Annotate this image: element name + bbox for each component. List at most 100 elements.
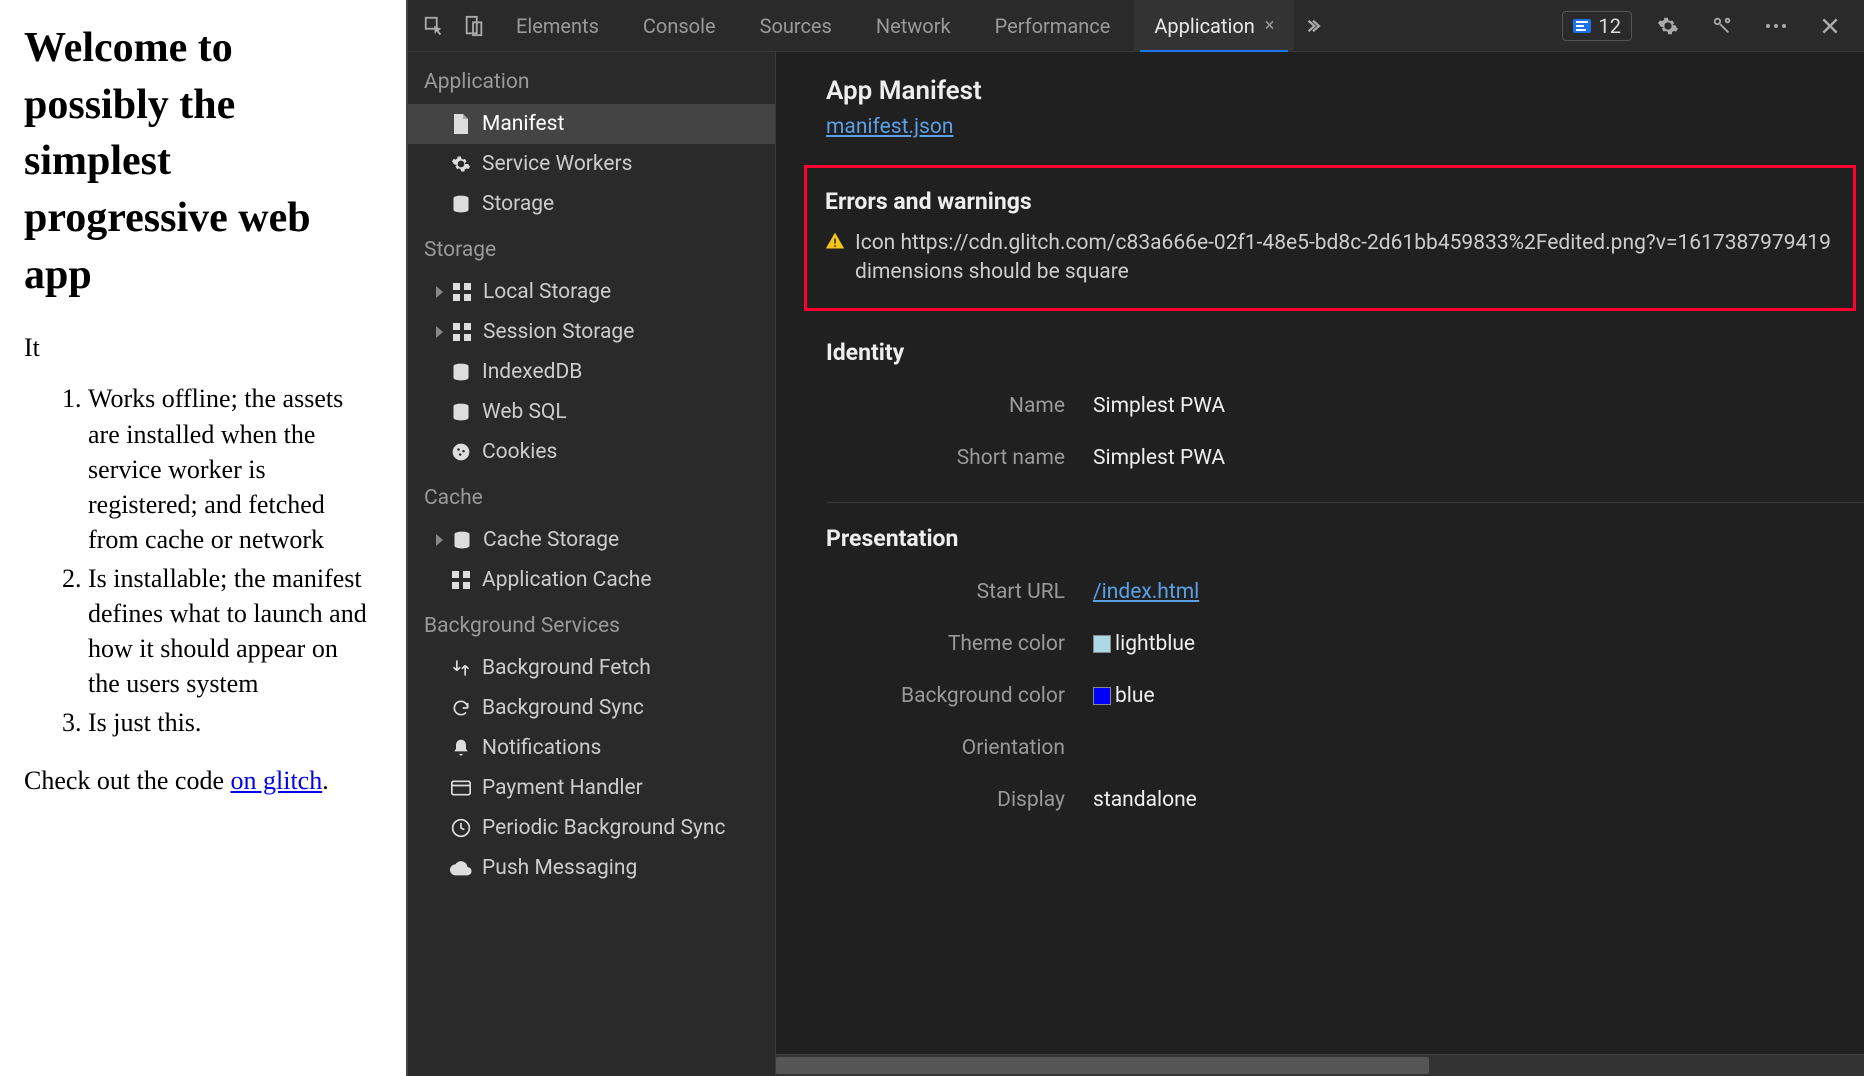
- card-icon: [450, 777, 472, 799]
- bg-color-row: Background color blue: [826, 670, 1864, 722]
- presentation-heading: Presentation: [826, 525, 1864, 552]
- page-footer: Check out the code on glitch.: [24, 766, 382, 796]
- fetch-icon: [450, 657, 472, 679]
- tab-elements[interactable]: Elements: [496, 0, 619, 52]
- device-toolbar-icon[interactable]: [456, 8, 492, 44]
- sidebar-item-storage[interactable]: Storage: [408, 184, 775, 224]
- issues-badge[interactable]: 12: [1562, 11, 1632, 41]
- gear-icon: [450, 153, 472, 175]
- issues-icon: [1573, 19, 1591, 33]
- panel-title: App Manifest: [826, 76, 1864, 106]
- footer-suffix: .: [322, 766, 329, 795]
- errors-heading: Errors and warnings: [825, 188, 1835, 215]
- sidebar-item-payment-handler[interactable]: Payment Handler: [408, 768, 775, 808]
- start-url-link[interactable]: /index.html: [1093, 580, 1199, 604]
- short-name-label: Short name: [826, 446, 1093, 470]
- sidebar-item-label: Service Workers: [482, 152, 632, 176]
- cookie-icon: [450, 441, 472, 463]
- tab-label: Application: [1154, 14, 1254, 38]
- glitch-link[interactable]: on glitch: [231, 766, 323, 795]
- sidebar-item-label: IndexedDB: [482, 360, 582, 384]
- display-label: Display: [826, 788, 1093, 812]
- start-url-row: Start URL /index.html: [826, 566, 1864, 618]
- devtools-panel: Elements Console Sources Network Perform…: [406, 0, 1864, 1076]
- presentation-section: Presentation Start URL /index.html Theme…: [826, 502, 1864, 844]
- sidebar-item-label: Local Storage: [483, 280, 611, 304]
- sidebar-item-label: Notifications: [482, 736, 601, 760]
- sidebar-item-web-sql[interactable]: Web SQL: [408, 392, 775, 432]
- sidebar-item-local-storage[interactable]: Local Storage: [408, 272, 775, 312]
- db-icon: [450, 401, 472, 423]
- sidebar-section-title: Storage: [408, 224, 775, 272]
- sidebar-item-label: Manifest: [482, 112, 564, 136]
- sidebar-item-manifest[interactable]: Manifest: [408, 104, 775, 144]
- sidebar-item-push-messaging[interactable]: Push Messaging: [408, 848, 775, 888]
- tab-console[interactable]: Console: [623, 0, 736, 52]
- tab-performance[interactable]: Performance: [975, 0, 1131, 52]
- theme-color-swatch: [1093, 635, 1111, 653]
- name-value: Simplest PWA: [1093, 394, 1225, 418]
- sidebar-item-background-fetch[interactable]: Background Fetch: [408, 648, 775, 688]
- theme-color-label: Theme color: [826, 632, 1093, 656]
- grid-icon: [451, 321, 473, 343]
- sidebar-item-service-workers[interactable]: Service Workers: [408, 144, 775, 184]
- sidebar-item-label: Payment Handler: [482, 776, 643, 800]
- sidebar-item-label: Cache Storage: [483, 528, 619, 552]
- display-row: Display standalone: [826, 774, 1864, 826]
- sidebar-item-notifications[interactable]: Notifications: [408, 728, 775, 768]
- grid-icon: [450, 569, 472, 591]
- list-item: Works offline; the assets are installed …: [88, 381, 382, 556]
- sidebar-item-label: Push Messaging: [482, 856, 637, 880]
- settings-icon[interactable]: [1650, 8, 1686, 44]
- tab-sources[interactable]: Sources: [740, 0, 852, 52]
- bell-icon: [450, 737, 472, 759]
- close-devtools-icon[interactable]: [1812, 8, 1848, 44]
- sync-icon: [450, 697, 472, 719]
- footer-text: Check out the code: [24, 766, 231, 795]
- theme-color-row: Theme color lightblue: [826, 618, 1864, 670]
- clock-icon: [450, 817, 472, 839]
- page-heading: Welcome to possibly the simplest progres…: [24, 20, 382, 303]
- sidebar-item-label: Background Fetch: [482, 656, 651, 680]
- sidebar-item-periodic-background-sync[interactable]: Periodic Background Sync: [408, 808, 775, 848]
- manifest-link[interactable]: manifest.json: [826, 115, 953, 139]
- chevron-right-icon: [436, 534, 443, 546]
- errors-warnings-box: Errors and warnings Icon https://cdn.gli…: [804, 165, 1856, 311]
- sidebar-item-session-storage[interactable]: Session Storage: [408, 312, 775, 352]
- devtools-tab-bar: Elements Console Sources Network Perform…: [408, 0, 1864, 52]
- tab-application[interactable]: Application ×: [1134, 0, 1294, 52]
- grid-icon: [451, 281, 473, 303]
- orientation-row: Orientation: [826, 722, 1864, 774]
- sidebar-item-label: Application Cache: [482, 568, 651, 592]
- sidebar-item-label: Session Storage: [483, 320, 634, 344]
- bg-color-label: Background color: [826, 684, 1093, 708]
- sidebar-item-label: Periodic Background Sync: [482, 816, 725, 840]
- sidebar-item-indexeddb[interactable]: IndexedDB: [408, 352, 775, 392]
- sidebar-item-label: Background Sync: [482, 696, 644, 720]
- close-icon[interactable]: ×: [1265, 15, 1275, 36]
- experiments-icon[interactable]: [1704, 8, 1740, 44]
- chevron-right-icon: [436, 326, 443, 338]
- horizontal-scrollbar[interactable]: [776, 1054, 1864, 1076]
- inspect-element-icon[interactable]: [416, 8, 452, 44]
- display-value: standalone: [1093, 788, 1197, 812]
- warning-icon: [825, 231, 845, 288]
- name-label: Name: [826, 394, 1093, 418]
- sidebar-section-title: Application: [408, 56, 775, 104]
- more-options-icon[interactable]: [1758, 8, 1794, 44]
- application-sidebar: Application Manifest Service Workers Storag…: [408, 52, 776, 1076]
- issues-count: 12: [1599, 14, 1621, 38]
- sidebar-item-background-sync[interactable]: Background Sync: [408, 688, 775, 728]
- sidebar-item-cache-storage[interactable]: Cache Storage: [408, 520, 775, 560]
- cloud-icon: [450, 857, 472, 879]
- list-item: Is installable; the manifest defines wha…: [88, 561, 382, 701]
- sidebar-item-label: Web SQL: [482, 400, 567, 424]
- sidebar-item-application-cache[interactable]: Application Cache: [408, 560, 775, 600]
- more-tabs-icon[interactable]: [1298, 8, 1334, 44]
- sidebar-item-cookies[interactable]: Cookies: [408, 432, 775, 472]
- orientation-label: Orientation: [826, 736, 1093, 760]
- theme-color-value: lightblue: [1115, 632, 1195, 656]
- start-url-label: Start URL: [826, 580, 1093, 604]
- short-name-value: Simplest PWA: [1093, 446, 1225, 470]
- tab-network[interactable]: Network: [856, 0, 971, 52]
